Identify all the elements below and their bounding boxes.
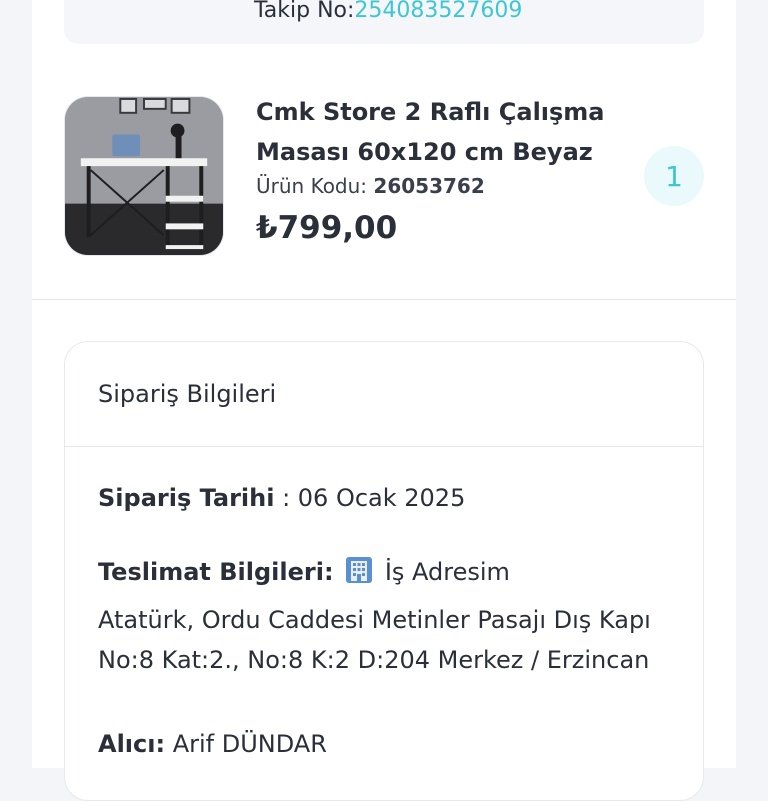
delivery-address-name: İş Adresim <box>384 558 510 586</box>
recipient-label: Alıcı: <box>98 730 166 758</box>
order-date-row: Sipariş Tarihi : 06 Ocak 2025 <box>98 484 465 512</box>
tracking-label: Takip No: <box>254 0 355 23</box>
building-icon <box>345 556 373 584</box>
order-detail-page: Takip No:254083527609 Cmk Store 2 Raflı … <box>32 0 736 801</box>
order-date-value: 06 Ocak 2025 <box>297 484 466 512</box>
product-code-value: 26053762 <box>373 174 485 198</box>
product-code: Ürün Kodu: 26053762 <box>256 174 485 198</box>
recipient-name: Arif DÜNDAR <box>172 730 327 758</box>
order-info-header: Sipariş Bilgileri <box>65 342 703 447</box>
product-code-label: Ürün Kodu: <box>256 174 368 198</box>
order-date-separator: : <box>274 484 298 512</box>
delivery-info-row: Teslimat Bilgileri: İş Adresim <box>98 556 510 586</box>
desk-product-image <box>65 97 223 255</box>
recipient-row: Alıcı: Arif DÜNDAR <box>98 730 327 758</box>
quantity-badge: 1 <box>644 146 704 206</box>
order-info-card: Sipariş Bilgileri Sipariş Tarihi : 06 Oc… <box>64 341 704 801</box>
tracking-number-row: Takip No:254083527609 <box>254 0 522 23</box>
product-price: ₺799,00 <box>256 210 398 246</box>
delivery-label: Teslimat Bilgileri: <box>98 558 334 586</box>
order-date-label: Sipariş Tarihi <box>98 484 275 512</box>
tracking-number-link[interactable]: 254083527609 <box>354 0 522 23</box>
section-divider <box>32 299 736 300</box>
product-image[interactable] <box>64 96 224 256</box>
shipment-tracking-card: Takip No:254083527609 <box>64 0 704 44</box>
product-title[interactable]: Cmk Store 2 Raflı Çalışma Masası 60x120 … <box>256 92 636 172</box>
delivery-address: Atatürk, Ordu Caddesi Metinler Pasajı Dı… <box>98 606 651 674</box>
